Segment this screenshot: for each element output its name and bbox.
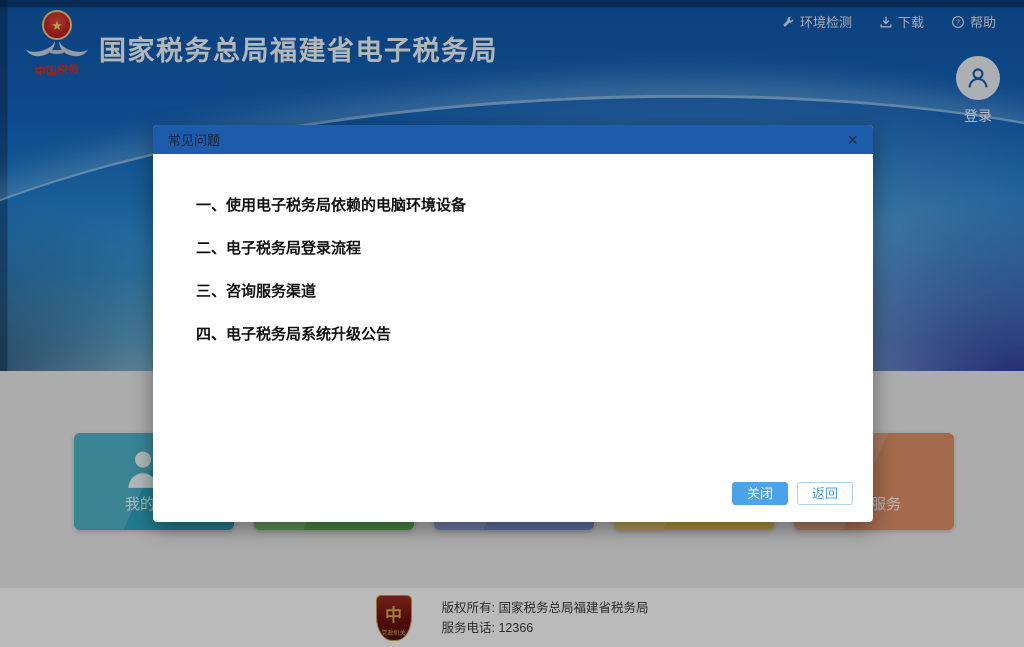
modal-title: 常见问题 bbox=[168, 130, 220, 149]
faq-modal: 常见问题 × 一、使用电子税务局依赖的电脑环境设备 二、电子税务局登录流程 三、… bbox=[153, 125, 873, 522]
faq-item-1[interactable]: 一、使用电子税务局依赖的电脑环境设备 bbox=[196, 194, 843, 215]
faq-item-3[interactable]: 三、咨询服务渠道 bbox=[196, 280, 843, 301]
back-button[interactable]: 返回 bbox=[797, 482, 853, 505]
modal-header: 常见问题 × bbox=[153, 125, 873, 154]
modal-body: 一、使用电子税务局依赖的电脑环境设备 二、电子税务局登录流程 三、咨询服务渠道 … bbox=[153, 154, 873, 344]
faq-item-2[interactable]: 二、电子税务局登录流程 bbox=[196, 237, 843, 258]
close-button[interactable]: 关闭 bbox=[732, 482, 788, 505]
modal-actions: 关闭 返回 bbox=[732, 482, 853, 505]
page: ★ 中国税务 国家税务总局福建省电子税务局 环境检测 下载 bbox=[0, 0, 1024, 647]
close-icon[interactable]: × bbox=[847, 131, 858, 149]
faq-item-4[interactable]: 四、电子税务局系统升级公告 bbox=[196, 323, 843, 344]
